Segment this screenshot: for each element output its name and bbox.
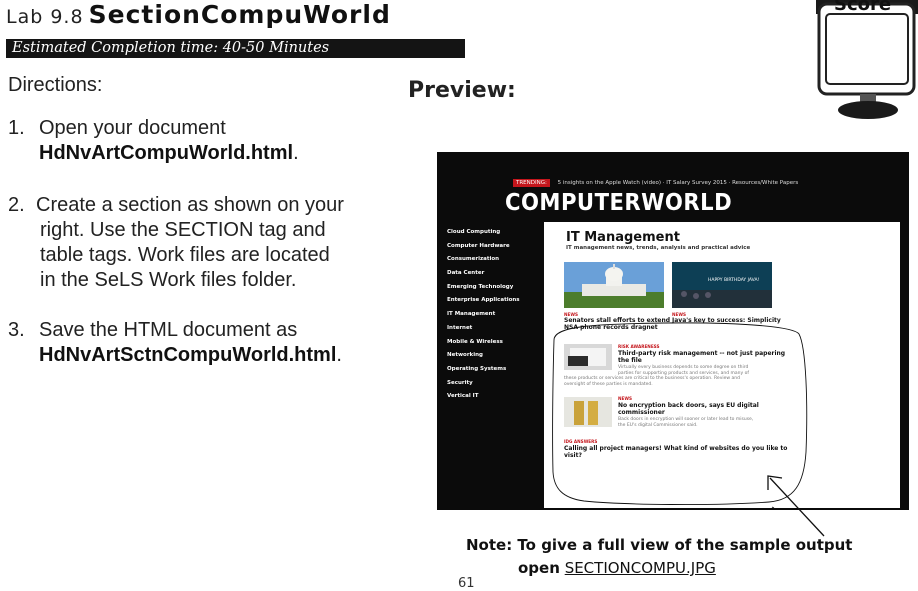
nav-item[interactable]: Enterprise Applications (447, 294, 537, 308)
lab-number: Lab 9.8 (6, 6, 84, 28)
step-text: table tags. Work files are located (40, 244, 330, 266)
page-title: Lab 9.8 SectionCompuWorld (6, 0, 391, 29)
lab-name: SectionCompuWorld (88, 0, 391, 29)
story-body: Back doors in encryption will sooner or … (618, 417, 754, 428)
step-text: Save the HTML document as (39, 319, 298, 341)
nav-item[interactable]: Cloud Computing (447, 226, 537, 240)
directions-heading: Directions: (8, 74, 103, 96)
score-label: Score (834, 0, 892, 15)
category-nav: Cloud Computing Computer Hardware Consumer… (447, 226, 537, 404)
file-name: HdNvArtCompuWorld.html (39, 142, 294, 164)
step-text: Create a section as shown on your (36, 194, 344, 216)
risk-photo (564, 344, 612, 370)
preview-image: TRENDING: 5 insights on the Apple Watch … (437, 152, 909, 510)
nav-item[interactable]: Internet (447, 322, 537, 336)
step-number: 2. (8, 194, 25, 216)
trending-bar: TRENDING: 5 insights on the Apple Watch … (513, 179, 799, 187)
file-name: HdNvArtSctnCompuWorld.html (39, 344, 337, 366)
nav-item[interactable]: Emerging Technology (447, 281, 537, 295)
content-panel: IT Management IT management news, trends… (544, 222, 900, 508)
nav-item[interactable]: Computer Hardware (447, 240, 537, 254)
nav-item[interactable]: Vertical IT (447, 390, 537, 404)
site-logo: COMPUTERWORLD (505, 190, 733, 216)
estimated-time-bar: Estimated Completion time: 40-50 Minutes (6, 39, 465, 58)
story-headline: Third-party risk management -- not just … (618, 350, 786, 364)
page-number: 61 (458, 576, 475, 591)
step-text: Open your document (39, 117, 226, 139)
sample-file-link[interactable]: SECTIONCOMPU.JPG (565, 559, 716, 577)
story-headline: Calling all project managers! What kind … (564, 445, 788, 459)
nav-item[interactable]: Operating Systems (447, 363, 537, 377)
step-text: in the SeLS Work files folder. (40, 269, 297, 291)
story-body: these products or services are critical … (564, 376, 740, 387)
step-number: 1. (8, 117, 25, 139)
trending-pill: TRENDING: (513, 179, 550, 187)
nav-item[interactable]: Networking (447, 349, 537, 363)
story-headline: No encryption back doors, says EU digita… (618, 402, 759, 416)
step-number: 3. (8, 319, 25, 341)
score-monitor-icon (816, 0, 918, 119)
nav-item[interactable]: IT Management (447, 308, 537, 322)
encryption-photo (564, 397, 612, 427)
story-tag: RISK AWARENESS (618, 344, 660, 349)
arrow-icon (767, 475, 825, 537)
story-tag: NEWS (618, 396, 632, 401)
nav-item[interactable]: Mobile & Wireless (447, 336, 537, 350)
preview-heading: Preview: (408, 78, 516, 103)
story-body: Virtually every business depends to some… (618, 365, 749, 376)
nav-item[interactable]: Security (447, 377, 537, 391)
story-tag: IDG ANSWERS (564, 439, 598, 444)
step-text: right. Use the SECTION tag and (40, 219, 326, 241)
nav-item[interactable]: Data Center (447, 267, 537, 281)
note-link-line: open SECTIONCOMPU.JPG (518, 559, 716, 577)
note-text: Note: To give a full view of the sample … (466, 536, 853, 554)
nav-item[interactable]: Consumerization (447, 253, 537, 267)
trending-text: 5 insights on the Apple Watch (video) · … (557, 180, 799, 186)
